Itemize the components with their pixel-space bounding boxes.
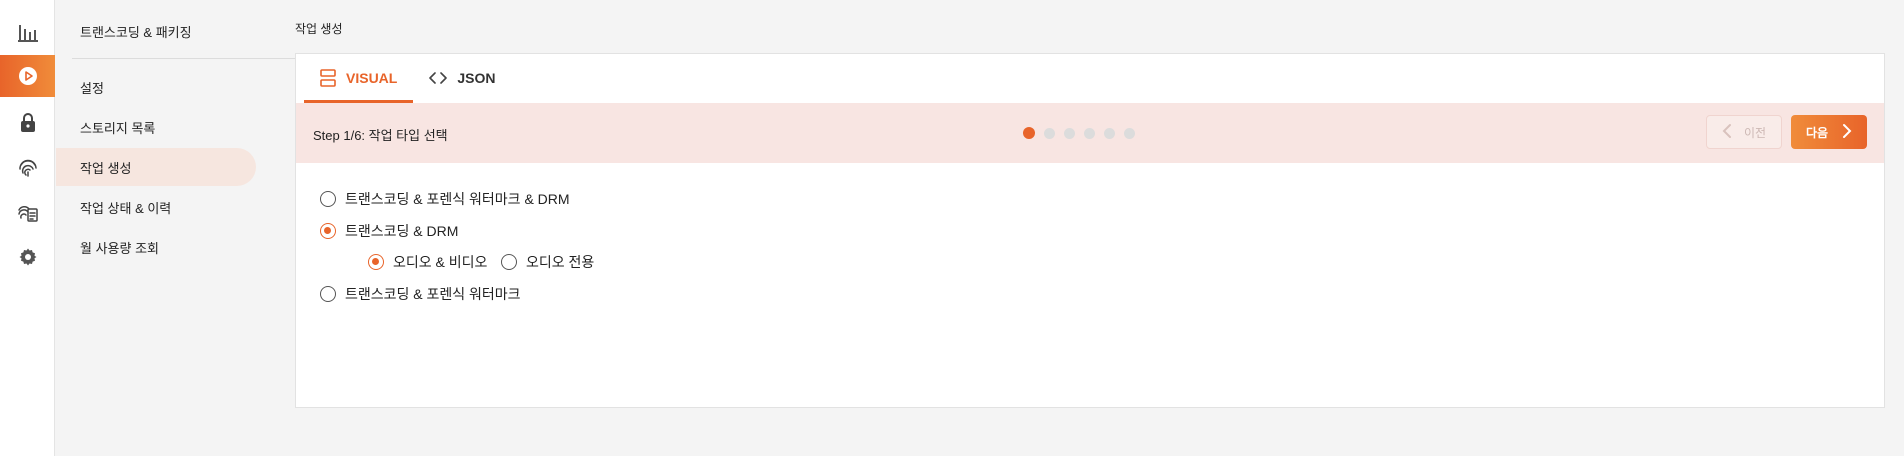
step-label: Step 1/6: 작업 타입 선택	[313, 128, 448, 143]
option-transcode-watermark-drm[interactable]: 트랜스코딩 & 포렌식 워터마크 & DRM	[320, 189, 570, 209]
gear-icon	[19, 248, 37, 266]
rail-item-watermark-detect[interactable]	[0, 192, 55, 234]
rail-item-transcoding[interactable]	[0, 55, 55, 97]
page-title: 작업 생성	[295, 22, 343, 36]
rail-item-drm[interactable]	[0, 102, 55, 144]
option-audio-video[interactable]: 오디오 & 비디오	[368, 252, 487, 272]
tab-visual-label: VISUAL	[346, 70, 398, 86]
prev-button[interactable]: 이전	[1706, 115, 1782, 149]
tab-visual[interactable]: VISUAL	[304, 54, 414, 103]
tab-json-label: JSON	[457, 70, 496, 86]
rail-item-dashboard[interactable]	[0, 12, 55, 54]
step-dot-5	[1104, 127, 1115, 139]
radio-audio-only[interactable]	[501, 254, 517, 270]
icon-rail	[0, 0, 55, 456]
option-transcode-watermark[interactable]: 트랜스코딩 & 포렌식 워터마크	[320, 284, 521, 304]
play-circle-icon	[18, 66, 38, 86]
radio-transcode-drm[interactable]	[320, 223, 336, 239]
step-dot-3	[1064, 127, 1075, 139]
rail-item-settings[interactable]	[0, 236, 55, 278]
option-label: 오디오 & 비디오	[393, 254, 488, 270]
fingerprint-icon	[18, 158, 38, 178]
option-label: 트랜스코딩 & DRM	[345, 223, 459, 239]
bar-chart-icon	[17, 24, 38, 42]
step-dot-4	[1084, 127, 1095, 139]
chevron-left-icon	[1722, 123, 1732, 142]
option-transcode-drm[interactable]: 트랜스코딩 & DRM	[320, 221, 458, 241]
radio-transcode-watermark-drm[interactable]	[320, 191, 336, 207]
code-brackets-icon	[429, 71, 448, 85]
option-label: 트랜스코딩 & 포렌식 워터마크 & DRM	[345, 191, 570, 207]
submenu-item-settings[interactable]: 설정	[56, 68, 256, 106]
chevron-right-icon	[1842, 123, 1852, 142]
option-audio-only[interactable]: 오디오 전용	[501, 252, 594, 272]
layout-rows-icon	[320, 69, 336, 87]
submenu-item-create-job[interactable]: 작업 생성	[56, 148, 256, 186]
step-dot-6	[1124, 127, 1135, 139]
submenu-item-storage-list[interactable]: 스토리지 목록	[56, 108, 256, 146]
submenu-divider	[72, 58, 302, 59]
lock-icon	[20, 113, 36, 133]
submenu: 트랜스코딩 & 패키징 설정 스토리지 목록 작업 생성 작업 상태 & 이력 …	[56, 0, 302, 456]
step-indicator	[1023, 127, 1135, 139]
step-dot-2	[1044, 127, 1055, 139]
submenu-item-monthly-usage[interactable]: 월 사용량 조회	[56, 228, 256, 266]
next-button[interactable]: 다음	[1791, 115, 1867, 149]
option-label: 트랜스코딩 & 포렌식 워터마크	[345, 286, 521, 302]
job-create-card: VISUAL JSON Step 1/6: 작업 타입 선택 이전 다음 트랜스…	[295, 53, 1885, 408]
radio-audio-video[interactable]	[368, 254, 384, 270]
prev-button-label: 이전	[1743, 125, 1767, 140]
option-label: 오디오 전용	[526, 254, 595, 270]
tab-json[interactable]: JSON	[413, 54, 511, 102]
submenu-title: 트랜스코딩 & 패키징	[80, 25, 192, 40]
rail-item-watermark[interactable]	[0, 147, 55, 189]
tab-bar: VISUAL JSON	[304, 54, 511, 103]
submenu-item-job-status[interactable]: 작업 상태 & 이력	[56, 188, 256, 226]
fingerprint-document-icon	[17, 203, 39, 223]
step-bar: Step 1/6: 작업 타입 선택 이전 다음	[296, 103, 1884, 163]
next-button-label: 다음	[1805, 125, 1829, 140]
step-dot-1	[1023, 127, 1035, 139]
radio-transcode-watermark[interactable]	[320, 286, 336, 302]
